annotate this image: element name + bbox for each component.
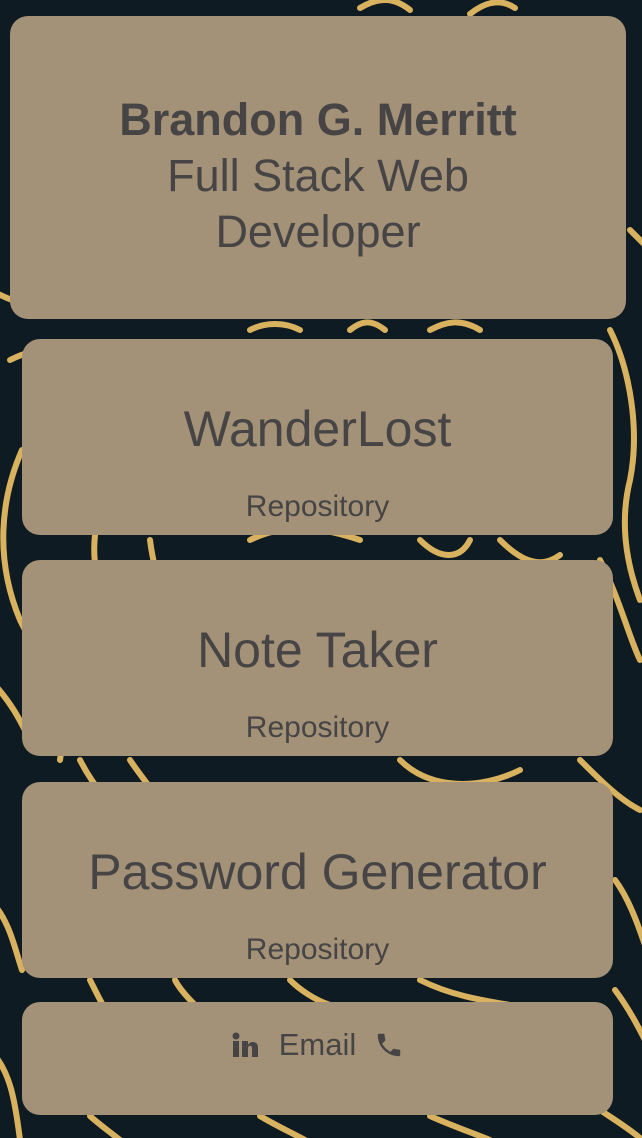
linkedin-icon[interactable] xyxy=(231,1030,261,1060)
contact-links: Email xyxy=(22,1026,613,1064)
project-title: WanderLost xyxy=(183,401,452,457)
developer-name: Brandon G. Merritt xyxy=(119,94,517,145)
project-title: Note Taker xyxy=(197,622,438,678)
email-link[interactable]: Email xyxy=(279,1026,357,1064)
project-card-password-generator: Password Generator Repository xyxy=(22,782,613,978)
profile-header-card: Brandon G. Merritt Full Stack Web Develo… xyxy=(10,16,626,319)
developer-title: Full Stack Web Developer xyxy=(167,150,469,257)
contact-footer-card: Email xyxy=(22,1002,613,1115)
project-title: Password Generator xyxy=(88,844,547,900)
repository-link[interactable]: Repository xyxy=(22,489,613,525)
project-card-note-taker: Note Taker Repository xyxy=(22,560,613,756)
repository-link[interactable]: Repository xyxy=(22,932,613,968)
project-card-wanderlost: WanderLost Repository xyxy=(22,339,613,535)
phone-icon[interactable] xyxy=(374,1030,404,1060)
repository-link[interactable]: Repository xyxy=(22,710,613,746)
